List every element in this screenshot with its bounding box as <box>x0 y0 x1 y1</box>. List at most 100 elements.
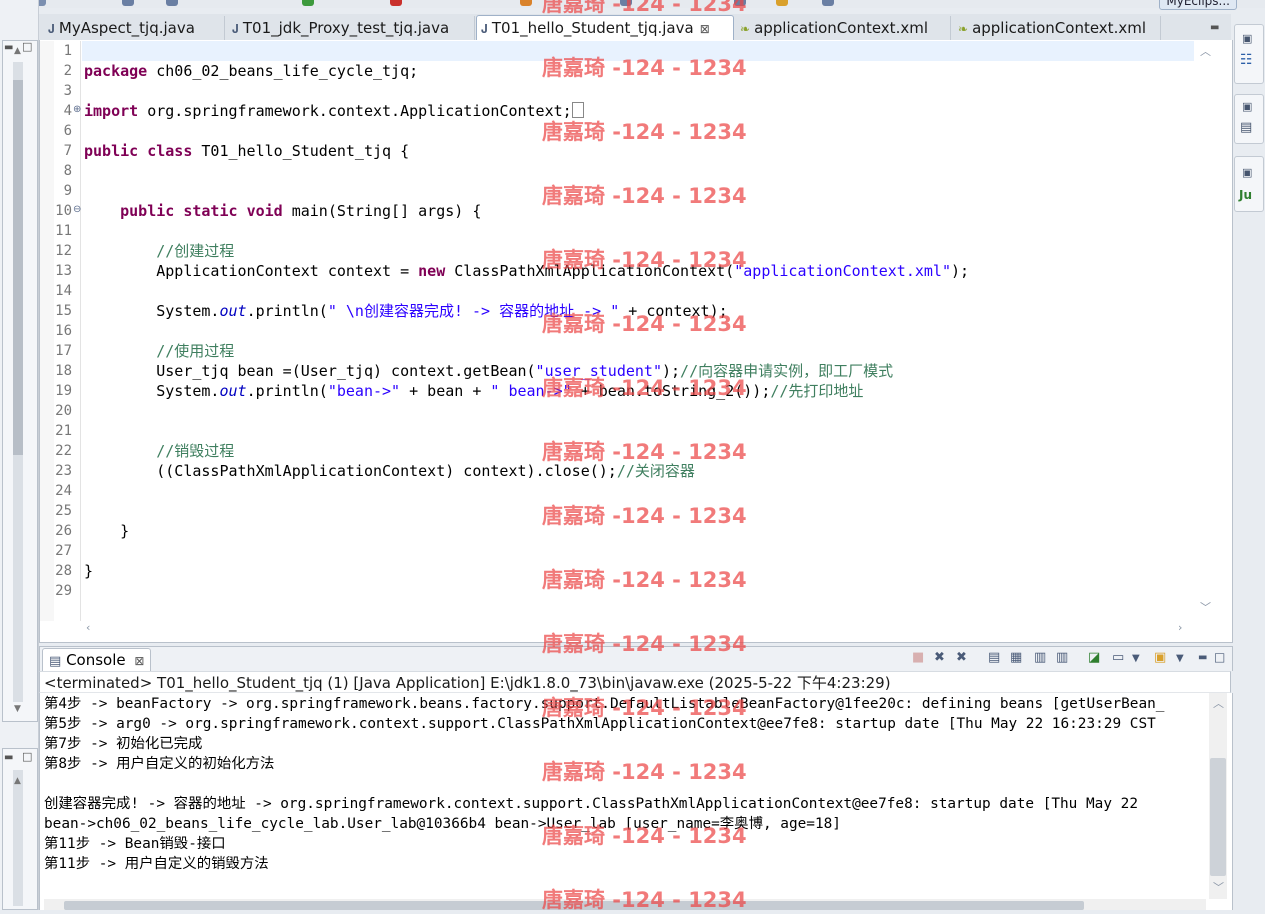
code-text: System. <box>156 382 220 400</box>
remove-all-launches-icon[interactable]: ✖ <box>956 650 967 665</box>
scroll-left-icon[interactable]: ‹ <box>86 621 90 634</box>
run-icon[interactable] <box>302 0 314 6</box>
string-literal: "bean->" <box>327 382 401 400</box>
code-line[interactable]: package ch06_02_beans_life_cycle_tjq; <box>84 61 418 81</box>
left-scrollbar-thumb[interactable] <box>13 80 23 455</box>
code-text: + bean + <box>400 382 491 400</box>
code-line[interactable]: } <box>84 521 129 541</box>
collapse-fold-icon[interactable]: ⊖ <box>73 204 81 215</box>
chevron-down-icon[interactable]: ▼ <box>1132 653 1140 664</box>
tab-jdk-proxy-test[interactable]: 𝐉 T01_jdk_Proxy_test_tjq.java <box>228 16 475 40</box>
line-number: 25 <box>55 503 72 519</box>
minimize-icon[interactable]: ▬ <box>1198 652 1207 663</box>
comment: //创建过程 <box>156 242 235 260</box>
scroll-right-icon[interactable]: › <box>1178 621 1182 634</box>
scroll-up-icon[interactable]: ▲ <box>14 46 21 56</box>
terminate-icon[interactable]: ■ <box>912 650 924 665</box>
chevron-down-icon[interactable]: ▼ <box>1176 653 1184 664</box>
scroll-down-icon[interactable]: ﹀ <box>1200 599 1211 615</box>
restore-icon[interactable]: ▣ <box>1242 166 1252 179</box>
scroll-up-icon[interactable]: ︿ <box>1200 43 1211 59</box>
keyword: public <box>120 202 175 220</box>
line-number: 9 <box>63 183 72 199</box>
watermark-text: 唐嘉琦 -124 - 1234 <box>542 440 747 464</box>
left-scrollbar[interactable] <box>13 770 23 906</box>
outline-icon[interactable]: ☷ <box>1240 52 1253 68</box>
code-line[interactable]: public static void main(String[] args) { <box>84 201 481 221</box>
watermark-text: 唐嘉琦 -124 - 1234 <box>542 312 747 336</box>
java-file-icon: 𝐉 <box>48 22 55 36</box>
console-scrollbar-thumb[interactable] <box>1210 758 1226 876</box>
minimize-icon[interactable]: ▬ <box>4 42 13 53</box>
remove-launch-icon[interactable]: ✖ <box>934 650 945 665</box>
display-console-icon[interactable]: ▭ <box>1112 650 1124 665</box>
code-text: User_tjq bean =(User_tjq) context.getBea… <box>156 362 536 380</box>
toolbar-icon[interactable] <box>166 0 178 6</box>
stop-icon[interactable] <box>390 0 402 6</box>
scroll-down-icon[interactable]: ▼ <box>14 704 21 714</box>
code-text: } <box>120 522 130 540</box>
watermark-text: 唐嘉琦 -124 - 1234 <box>542 184 747 208</box>
line-number: 16 <box>55 323 72 339</box>
maximize-icon[interactable]: □ <box>22 40 32 53</box>
line-number: 18 <box>55 363 72 379</box>
watermark-text: 唐嘉琦 -124 - 1234 <box>542 376 747 400</box>
code-line[interactable]: //使用过程 <box>84 341 234 361</box>
expand-fold-icon[interactable]: ⊕ <box>73 104 81 115</box>
scroll-lock-icon[interactable]: ▦ <box>1010 650 1022 665</box>
line-number: 4 <box>63 103 72 119</box>
comment: //先打印地址 <box>770 382 864 400</box>
tab-application-context-1[interactable]: ❧ applicationContext.xml <box>736 16 951 40</box>
close-tab-icon[interactable]: ⊠ <box>700 22 710 36</box>
toolbar-icon[interactable] <box>122 0 134 6</box>
console-icon: ▤ <box>49 654 62 669</box>
maximize-icon[interactable]: □ <box>1214 650 1225 664</box>
code-line[interactable]: public class T01_hello_Student_tjq { <box>84 141 409 161</box>
pin-console-icon[interactable]: ◪ <box>1088 650 1100 665</box>
perspective-button[interactable]: MyEclips... <box>1159 0 1237 10</box>
word-wrap-icon[interactable]: ▥ <box>1034 650 1046 665</box>
code-line[interactable]: User_tjq bean =(User_tjq) context.getBea… <box>84 361 893 381</box>
toolbar-icon[interactable] <box>822 0 834 6</box>
tab-hello-student[interactable]: 𝐉 T01_hello_Student_tjq.java ⊠ <box>476 15 734 42</box>
line-number: 24 <box>55 483 72 499</box>
clear-console-icon[interactable]: ▤ <box>988 650 1000 665</box>
line-number: 21 <box>55 423 72 439</box>
tab-myaspect[interactable]: 𝐉 MyAspect_tjq.java <box>44 16 225 40</box>
tab-console[interactable]: ▤ Console ⊠ <box>42 648 152 671</box>
code-line[interactable]: ApplicationContext context = new ClassPa… <box>84 261 969 281</box>
line-number: 15 <box>55 303 72 319</box>
editor-vertical-scrollbar[interactable]: ︿ ﹀ <box>1196 41 1214 621</box>
code-line[interactable]: //销毁过程 <box>84 441 234 461</box>
toolbar-icon[interactable] <box>520 0 532 6</box>
toolbar-icon[interactable] <box>776 0 788 6</box>
open-console-icon[interactable]: ▣ <box>1154 650 1166 665</box>
line-number: 6 <box>63 123 72 139</box>
maximize-icon[interactable]: □ <box>22 750 32 763</box>
show-on-output-icon[interactable]: ▥ <box>1056 650 1068 665</box>
restore-icon[interactable]: ▣ <box>1242 32 1252 45</box>
scroll-up-icon[interactable]: ︿ <box>1213 695 1224 711</box>
line-number: 11 <box>55 223 72 239</box>
scroll-down-icon[interactable]: ﹀ <box>1213 879 1224 895</box>
minimize-icon[interactable]: ▬ <box>4 752 13 763</box>
tab-label: T01_hello_Student_tjq.java <box>491 19 694 37</box>
comment: //使用过程 <box>156 342 235 360</box>
restore-icon[interactable]: ▣ <box>1242 100 1252 113</box>
close-tab-icon[interactable]: ⊠ <box>134 654 144 668</box>
minimize-icon[interactable]: ▬ <box>1210 22 1219 33</box>
keyword: static <box>183 202 238 220</box>
watermark-text: 唐嘉琦 -124 - 1234 <box>542 696 747 720</box>
code-line[interactable]: //创建过程 <box>84 241 234 261</box>
static-field: out <box>219 382 247 400</box>
task-list-icon[interactable]: ▤ <box>1240 120 1252 135</box>
watermark-text: 唐嘉琦 -124 - 1234 <box>542 248 747 272</box>
java-file-icon: 𝐉 <box>232 22 239 36</box>
line-number: 17 <box>55 343 72 359</box>
code-line[interactable]: import org.springframework.context.Appli… <box>84 101 584 121</box>
watermark-text: 唐嘉琦 -124 - 1234 <box>542 568 747 592</box>
tab-application-context-2[interactable]: ❧ applicationContext.xml <box>954 16 1161 40</box>
junit-icon[interactable]: Ju <box>1239 188 1252 202</box>
scroll-up-icon[interactable]: ▲ <box>14 776 21 786</box>
code-line[interactable]: } <box>84 561 93 581</box>
